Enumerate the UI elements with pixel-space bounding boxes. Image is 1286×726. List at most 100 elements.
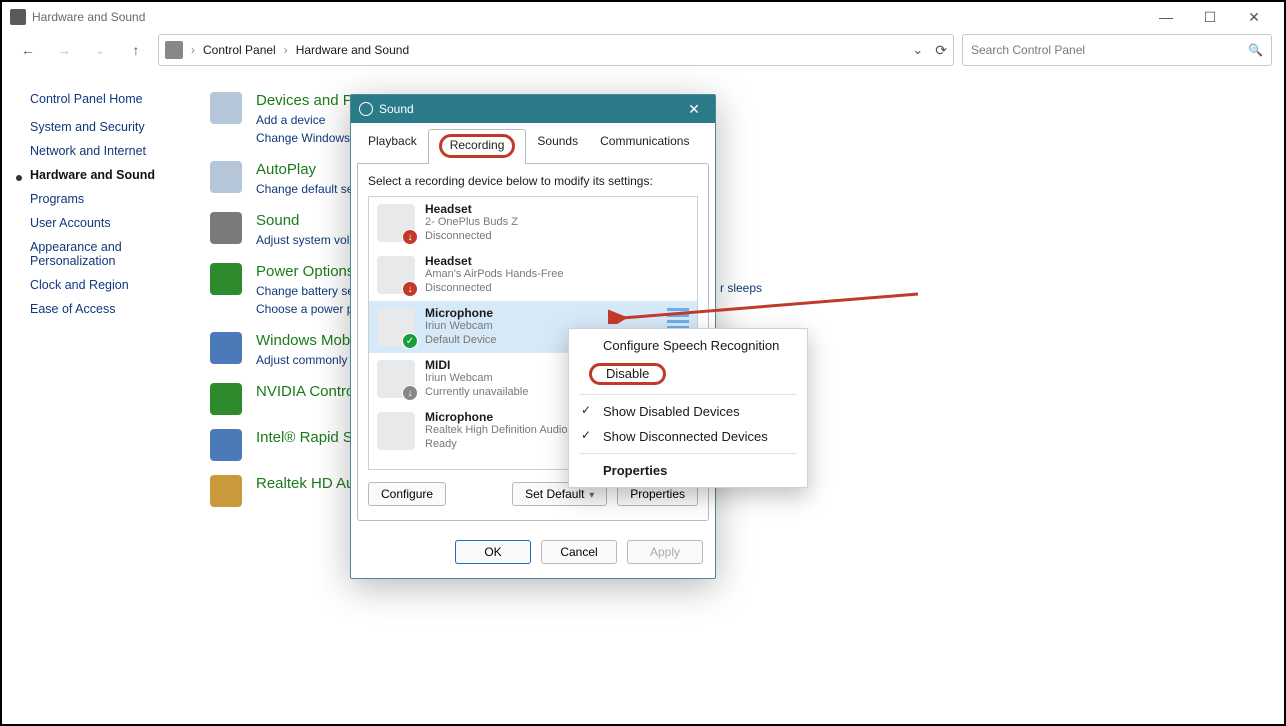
device-status: Disconnected — [425, 230, 518, 244]
sidebar-item[interactable]: Clock and Region — [30, 278, 200, 292]
configure-button[interactable]: Configure — [368, 482, 446, 506]
dialog-title: Sound — [379, 102, 414, 116]
device-icon: ✓ — [377, 308, 415, 346]
window-title: Hardware and Sound — [32, 10, 145, 24]
category-icon — [210, 332, 242, 364]
recent-locations-chevron[interactable]: ⌄ — [86, 36, 114, 64]
category-title[interactable]: NVIDIA Contro — [256, 383, 354, 400]
apply-button[interactable]: Apply — [627, 540, 703, 564]
menu-separator — [579, 453, 797, 454]
menu-item[interactable]: Configure Speech Recognition — [569, 333, 807, 358]
menu-separator — [579, 394, 797, 395]
device-name: MIDI — [425, 358, 528, 372]
device-name: Microphone — [425, 410, 567, 424]
annotation-highlight: Recording — [439, 134, 516, 158]
back-button[interactable]: ← — [14, 36, 42, 64]
close-button[interactable]: ✕ — [1232, 3, 1276, 31]
category-title[interactable]: Windows Mob — [256, 332, 350, 349]
toolbar: ← → ⌄ ↑ › Control Panel › Hardware and S… — [2, 32, 1284, 74]
tab-sounds[interactable]: Sounds — [526, 129, 589, 164]
category-title[interactable]: Power Options — [256, 263, 357, 280]
search-placeholder: Search Control Panel — [971, 43, 1085, 57]
search-input[interactable]: Search Control Panel 🔍 — [962, 34, 1272, 66]
sound-icon — [359, 102, 373, 116]
address-bar[interactable]: › Control Panel › Hardware and Sound ⌄ ⟳ — [158, 34, 954, 66]
device-name: Headset — [425, 202, 518, 216]
category-title[interactable]: Devices and P — [256, 92, 353, 109]
refresh-button[interactable]: ⟳ — [935, 42, 947, 59]
status-badge-icon: ↓ — [402, 229, 418, 245]
category-icon — [210, 212, 242, 244]
device-subtitle: Iriun Webcam — [425, 320, 497, 334]
menu-item[interactable]: Properties — [569, 458, 807, 483]
device-subtitle: Iriun Webcam — [425, 372, 528, 386]
category-icon — [210, 263, 242, 295]
device-name: Microphone — [425, 306, 497, 320]
device-row[interactable]: ↓ HeadsetAman's AirPods Hands-FreeDisconn… — [369, 249, 697, 301]
sidebar-item[interactable]: Hardware and Sound — [30, 168, 200, 182]
tab-playback[interactable]: Playback — [357, 129, 428, 164]
device-icon: ↓ — [377, 360, 415, 398]
sidebar-nav: Control Panel Home System and Security Ne… — [30, 92, 200, 521]
device-context-menu: Configure Speech Recognition Disable Show … — [568, 328, 808, 488]
status-badge-icon: ↓ — [402, 281, 418, 297]
category-sublinks[interactable]: Add a deviceChange Windows — [256, 111, 353, 147]
device-status: Default Device — [425, 334, 497, 348]
up-button[interactable]: ↑ — [122, 36, 150, 64]
tab-instruction: Select a recording device below to modif… — [368, 174, 698, 188]
app-icon — [10, 9, 26, 25]
sidebar-item[interactable]: User Accounts — [30, 216, 200, 230]
history-chevron-icon[interactable]: ⌄ — [912, 42, 923, 58]
category-title[interactable]: Sound — [256, 212, 356, 229]
device-icon: ↓ — [377, 204, 415, 242]
forward-button[interactable]: → — [50, 36, 78, 64]
category-icon — [210, 475, 242, 507]
sidebar-item[interactable]: Network and Internet — [30, 144, 200, 158]
ok-button[interactable]: OK — [455, 540, 531, 564]
device-subtitle: Aman's AirPods Hands-Free — [425, 268, 563, 282]
menu-item[interactable]: Show Disabled Devices — [569, 399, 807, 424]
category-title[interactable]: Realtek HD Au — [256, 475, 354, 492]
sidebar-header[interactable]: Control Panel Home — [30, 92, 200, 106]
device-subtitle: Realtek High Definition Audio — [425, 424, 567, 438]
category-icon — [210, 429, 242, 461]
device-status: Currently unavailable — [425, 386, 528, 400]
category-sublinks[interactable]: Adjust system volu — [256, 231, 356, 249]
cancel-button[interactable]: Cancel — [541, 540, 617, 564]
device-status: Disconnected — [425, 282, 563, 296]
tab-recording[interactable]: Recording — [428, 129, 527, 164]
tab-communications[interactable]: Communications — [589, 129, 700, 164]
category-icon — [210, 383, 242, 415]
category-title[interactable]: Intel® Rapid S — [256, 429, 353, 446]
menu-item[interactable]: Show Disconnected Devices — [569, 424, 807, 449]
chevron-right-icon: › — [191, 43, 195, 57]
sidebar-item[interactable]: Programs — [30, 192, 200, 206]
category-icon — [210, 161, 242, 193]
device-status: Ready — [425, 438, 567, 452]
obscured-link-text[interactable]: r sleeps — [720, 281, 762, 295]
category-icon — [210, 92, 242, 124]
category-sublinks[interactable]: Adjust commonly — [256, 351, 350, 369]
maximize-button[interactable]: ☐ — [1188, 3, 1232, 31]
dialog-close-button[interactable]: ✕ — [681, 98, 707, 120]
chevron-right-icon: › — [284, 43, 288, 57]
sidebar-item[interactable]: Appearance and Personalization — [30, 240, 200, 268]
device-icon — [377, 412, 415, 450]
category-sublinks[interactable]: Change battery setChoose a power pl — [256, 282, 357, 318]
status-badge-icon: ✓ — [402, 333, 418, 349]
device-subtitle: 2- OnePlus Buds Z — [425, 216, 518, 230]
minimize-button[interactable]: — — [1144, 3, 1188, 31]
crumb-control-panel[interactable]: Control Panel — [203, 43, 276, 57]
category-title[interactable]: AutoPlay — [256, 161, 357, 178]
dialog-tabs: Playback Recording SoundsCommunications — [351, 123, 715, 164]
category-sublinks[interactable]: Change default set — [256, 180, 357, 198]
crumb-hardware-sound[interactable]: Hardware and Sound — [296, 43, 409, 57]
sidebar-item[interactable]: Ease of Access — [30, 302, 200, 316]
annotation-highlight: Disable — [589, 363, 666, 385]
device-name: Headset — [425, 254, 563, 268]
sidebar-item[interactable]: System and Security — [30, 120, 200, 134]
device-row[interactable]: ↓ Headset2- OnePlus Buds ZDisconnected — [369, 197, 697, 249]
status-badge-icon: ↓ — [402, 385, 418, 401]
dialog-titlebar[interactable]: Sound ✕ — [351, 95, 715, 123]
menu-item[interactable]: Disable — [569, 358, 807, 390]
